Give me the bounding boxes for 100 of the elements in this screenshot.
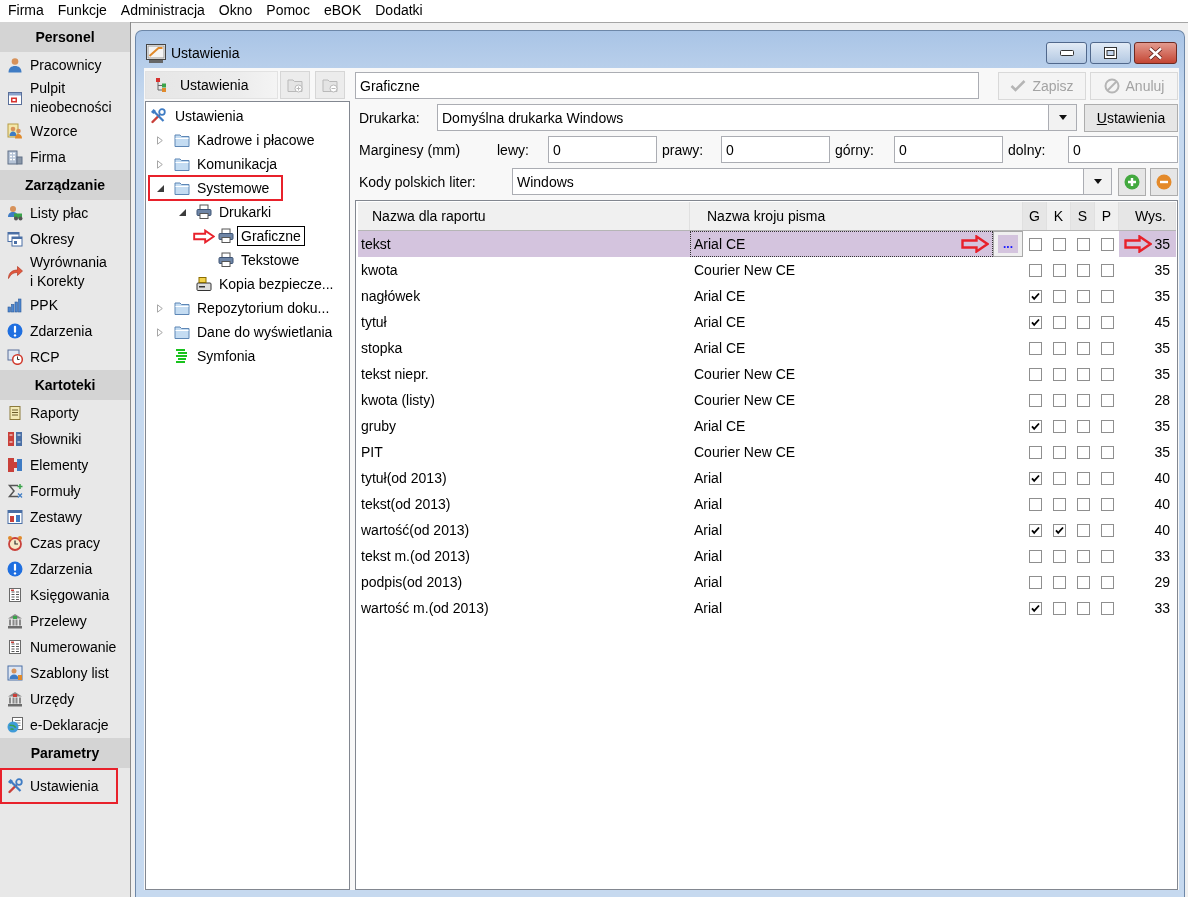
printer-combo[interactable]: Domyślna drukarka Windows: [437, 104, 1077, 131]
checkbox[interactable]: [1076, 497, 1090, 511]
sidebar-item[interactable]: Numerowanie: [0, 634, 130, 660]
checkbox[interactable]: [1100, 367, 1114, 381]
dropdown-button[interactable]: [1083, 169, 1111, 194]
sidebar-item[interactable]: Firma: [0, 144, 130, 170]
menu-item[interactable]: Firma: [1, 0, 51, 20]
checkbox[interactable]: [1052, 393, 1066, 407]
checkbox[interactable]: [1028, 367, 1042, 381]
checkbox[interactable]: [1052, 419, 1066, 433]
checkbox[interactable]: [1076, 471, 1090, 485]
caret-down-icon[interactable]: [156, 184, 164, 192]
checkbox[interactable]: [1100, 575, 1114, 589]
caret-down-icon[interactable]: [178, 208, 186, 216]
checkbox[interactable]: [1052, 341, 1066, 355]
sidebar-item[interactable]: Pracownicy: [0, 52, 130, 78]
checkbox[interactable]: [1100, 549, 1114, 563]
checkbox[interactable]: [1052, 523, 1066, 537]
checkbox[interactable]: [1028, 315, 1042, 329]
minimize-button[interactable]: [1046, 42, 1087, 64]
sidebar-item[interactable]: Okresy: [0, 226, 130, 252]
sidebar-item[interactable]: RCP: [0, 344, 130, 370]
caret-right-icon[interactable]: [157, 159, 163, 169]
menu-item[interactable]: Okno: [211, 0, 260, 20]
checkbox[interactable]: [1028, 263, 1042, 277]
checkbox[interactable]: [1076, 393, 1090, 407]
checkbox[interactable]: [1100, 263, 1114, 277]
sidebar-item[interactable]: Formuły: [0, 478, 130, 504]
browse-button[interactable]: ...: [993, 231, 1023, 257]
sidebar-item[interactable]: Słowniki: [0, 426, 130, 452]
menu-item[interactable]: Dodatki: [368, 0, 430, 20]
remove-button[interactable]: [1150, 167, 1178, 196]
sidebar-item[interactable]: Zdarzenia: [0, 318, 130, 344]
checkbox[interactable]: [1100, 341, 1114, 355]
dropdown-button[interactable]: [1048, 105, 1076, 130]
menu-item[interactable]: eBOK: [316, 0, 369, 20]
checkbox[interactable]: [1100, 471, 1114, 485]
checkbox[interactable]: [1052, 445, 1066, 459]
checkbox[interactable]: [1052, 263, 1066, 277]
checkbox[interactable]: [1076, 263, 1090, 277]
add-button[interactable]: [1118, 167, 1146, 196]
checkbox[interactable]: [1100, 601, 1114, 615]
sidebar-item[interactable]: Przelewy: [0, 608, 130, 634]
checkbox[interactable]: [1028, 289, 1042, 303]
checkbox[interactable]: [1076, 523, 1090, 537]
checkbox[interactable]: [1052, 575, 1066, 589]
margin-field[interactable]: 0: [721, 136, 830, 163]
tree-item[interactable]: Dane do wyświetlania: [193, 322, 337, 342]
tree-item[interactable]: Komunikacja: [193, 154, 282, 174]
sidebar-item[interactable]: Pulpit nieobecności: [0, 78, 130, 118]
checkbox[interactable]: [1028, 549, 1042, 563]
tree-item[interactable]: Tekstowe: [237, 250, 304, 270]
checkbox[interactable]: [1076, 419, 1090, 433]
checkbox[interactable]: [1028, 237, 1042, 251]
column-header[interactable]: Wys.: [1119, 202, 1176, 230]
checkbox[interactable]: [1100, 419, 1114, 433]
checkbox[interactable]: [1100, 289, 1114, 303]
checkbox[interactable]: [1076, 549, 1090, 563]
sidebar-item[interactable]: Ustawienia: [0, 768, 118, 804]
sidebar-item[interactable]: Elementy: [0, 452, 130, 478]
caret-right-icon[interactable]: [157, 135, 163, 145]
checkbox[interactable]: [1052, 315, 1066, 329]
maximize-button[interactable]: [1090, 42, 1131, 64]
tree-item[interactable]: Repozytorium doku...: [193, 298, 334, 318]
caret-right-icon[interactable]: [157, 327, 163, 337]
menu-item[interactable]: Pomoc: [259, 0, 317, 20]
checkbox[interactable]: [1028, 419, 1042, 433]
tree-item[interactable]: Ustawienia: [171, 106, 248, 126]
checkbox[interactable]: [1100, 445, 1114, 459]
tree-item[interactable]: Systemowe: [193, 178, 274, 198]
menu-item[interactable]: Funkcje: [50, 0, 114, 20]
column-header[interactable]: G: [1023, 202, 1047, 230]
checkbox[interactable]: [1052, 471, 1066, 485]
tree-item[interactable]: Drukarki: [215, 202, 276, 222]
sidebar-item[interactable]: Listy płac: [0, 200, 130, 226]
sidebar-item[interactable]: Wzorce: [0, 118, 130, 144]
caret-right-icon[interactable]: [157, 303, 163, 313]
checkbox[interactable]: [1028, 471, 1042, 485]
checkbox[interactable]: [1052, 601, 1066, 615]
sidebar-item[interactable]: Szablony list: [0, 660, 130, 686]
sidebar-item[interactable]: Czas pracy: [0, 530, 130, 556]
checkbox[interactable]: [1052, 367, 1066, 381]
checkbox[interactable]: [1100, 497, 1114, 511]
column-header[interactable]: S: [1071, 202, 1095, 230]
tree-item[interactable]: Kopia bezpiecze...: [215, 274, 338, 294]
margin-field[interactable]: 0: [1068, 136, 1178, 163]
checkbox[interactable]: [1052, 289, 1066, 303]
checkbox[interactable]: [1076, 575, 1090, 589]
checkbox[interactable]: [1100, 315, 1114, 329]
sidebar-item[interactable]: Zdarzenia: [0, 556, 130, 582]
checkbox[interactable]: [1052, 549, 1066, 563]
checkbox[interactable]: [1028, 393, 1042, 407]
checkbox[interactable]: [1028, 497, 1042, 511]
sidebar-item[interactable]: e-Deklaracje: [0, 712, 130, 738]
tree-root-button[interactable]: Ustawienia: [145, 71, 278, 99]
encoding-combo[interactable]: Windows: [512, 168, 1112, 195]
checkbox[interactable]: [1052, 497, 1066, 511]
menu-item[interactable]: Administracja: [113, 0, 212, 20]
sidebar-item[interactable]: Wyrównania i Korekty: [0, 252, 130, 292]
checkbox[interactable]: [1100, 393, 1114, 407]
